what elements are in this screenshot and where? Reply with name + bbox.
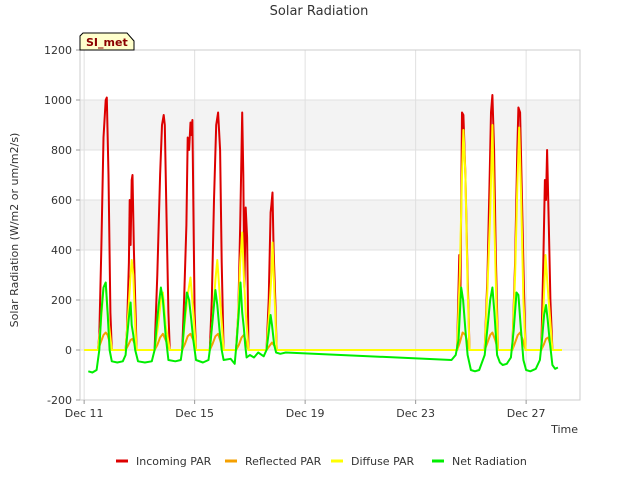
x-tick-label: Dec 15: [175, 407, 214, 420]
legend-label: Diffuse PAR: [351, 455, 415, 468]
y-tick-label: 400: [51, 244, 72, 257]
legend-item: Net Radiation: [432, 455, 527, 468]
legend-item: Diffuse PAR: [331, 455, 415, 468]
legend: Incoming PAR Reflected PAR Diffuse PAR Net …: [116, 455, 527, 468]
y-tick-label: 1000: [44, 94, 72, 107]
x-tick-label: Dec 27: [507, 407, 546, 420]
y-tick-label: 0: [65, 344, 72, 357]
y-axis-label: Solar Radiation (W/m2 or um/m2/s): [8, 133, 21, 328]
plot-band: [80, 50, 580, 100]
y-axis-ticks: -200 0 200 400 600 800 1000 1200: [44, 44, 80, 407]
x-tick-label: Dec 11: [65, 407, 104, 420]
x-axis-label: Time: [550, 423, 578, 436]
plot-band: [80, 100, 580, 150]
y-tick-label: 800: [51, 144, 72, 157]
legend-label: Incoming PAR: [136, 455, 212, 468]
y-tick-label: -200: [47, 394, 72, 407]
x-tick-label: Dec 23: [396, 407, 435, 420]
site-badge: SI_met: [79, 32, 135, 51]
legend-item: Incoming PAR: [116, 455, 212, 468]
solar-radiation-chart: Solar Radiation -200 0 200 400 600 800 1000 120…: [8, 4, 581, 468]
legend-item: Reflected PAR: [225, 455, 322, 468]
y-tick-label: 600: [51, 194, 72, 207]
plot-band: [80, 200, 580, 250]
x-tick-label: Dec 19: [286, 407, 325, 420]
legend-label: Net Radiation: [452, 455, 527, 468]
chart-title: Solar Radiation: [270, 4, 369, 19]
y-tick-label: 200: [51, 294, 72, 307]
site-badge-label: SI_met: [86, 36, 128, 49]
plot-band: [80, 250, 580, 300]
x-axis-ticks: Dec 11 Dec 15 Dec 19 Dec 23 Dec 27: [65, 400, 546, 420]
plot-band: [80, 150, 580, 200]
y-tick-label: 1200: [44, 44, 72, 57]
plot-band: [80, 350, 580, 400]
legend-label: Reflected PAR: [245, 455, 322, 468]
